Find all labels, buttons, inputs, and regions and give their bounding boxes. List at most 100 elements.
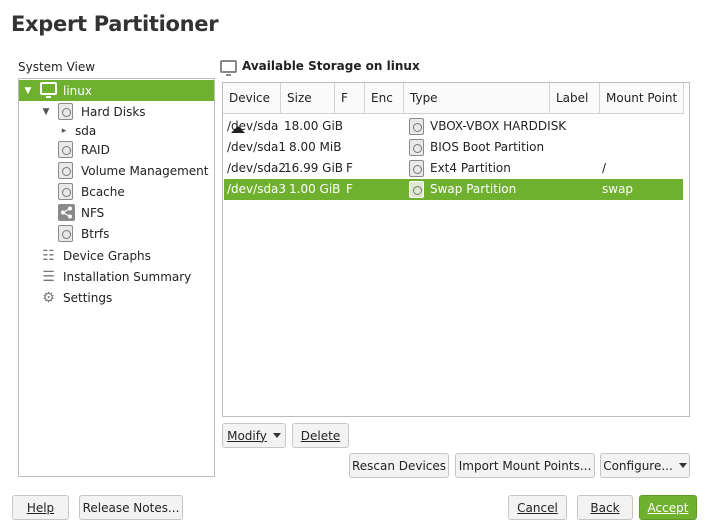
cell-mount: /	[602, 161, 607, 175]
nfs-share-icon	[58, 204, 75, 221]
tree-item-label: sda	[75, 123, 97, 138]
accept-button[interactable]: Accept	[639, 495, 697, 520]
cancel-button[interactable]: Cancel	[508, 495, 567, 520]
configure-label: Configure...	[603, 458, 673, 473]
table-row[interactable]: /dev/sda 18.00 GiB VBOX-VBOX HARDDISK	[224, 116, 683, 137]
cell-f: F	[346, 182, 353, 196]
tree-item-installation-summary[interactable]: ☰ Installation Summary	[19, 266, 214, 287]
help-button[interactable]: Help	[12, 495, 69, 520]
monitor-icon	[220, 59, 237, 76]
release-notes-button[interactable]: Release Notes...	[79, 495, 183, 520]
column-label: Size	[287, 91, 312, 105]
tree-item-btrfs[interactable]: Btrfs	[19, 223, 214, 244]
partition-icon	[409, 139, 424, 156]
tree-item-settings[interactable]: ⚙ Settings	[19, 287, 214, 308]
gear-icon: ⚙	[42, 289, 55, 306]
column-header-size[interactable]: Size	[281, 83, 335, 114]
column-label: Device	[229, 91, 271, 105]
expand-arrow-icon[interactable]: ▼	[22, 86, 34, 96]
tree-item-label: RAID	[81, 142, 110, 157]
modify-button[interactable]: Modify	[222, 423, 286, 448]
partition-icon	[409, 160, 424, 177]
column-label: F	[341, 91, 348, 105]
tree-item-label: Volume Management	[81, 163, 209, 178]
table-header: Device Size F Enc Type Label Mount Point	[223, 83, 684, 133]
collapse-arrow-icon[interactable]: ▸	[58, 126, 70, 136]
cell-device: /dev/sda	[227, 119, 279, 133]
cancel-label: Cancel	[517, 500, 558, 515]
cell-size: 18.00 GiB	[284, 119, 344, 133]
column-header-enc[interactable]: Enc	[365, 83, 404, 114]
tree-item-label: Hard Disks	[81, 104, 146, 119]
tree-item-label: NFS	[81, 205, 105, 220]
tree-item-label: Bcache	[81, 184, 125, 199]
tree-item-linux[interactable]: ▼ linux	[19, 80, 214, 101]
btrfs-icon	[58, 225, 75, 242]
tree-item-sda[interactable]: ▸ sda	[19, 120, 214, 141]
column-label: Type	[410, 91, 438, 105]
expand-arrow-icon[interactable]: ▼	[40, 107, 52, 117]
modify-label: Modify	[227, 428, 267, 443]
tree-item-bcache[interactable]: Bcache	[19, 181, 214, 202]
cell-mount: swap	[602, 182, 634, 196]
table-row-selected[interactable]: /dev/sda3 1.00 GiB F Swap Partition swap	[224, 179, 683, 200]
delete-button[interactable]: Delete	[292, 423, 349, 448]
tree-item-volume-management[interactable]: Volume Management	[19, 160, 214, 181]
partition-icon	[409, 181, 424, 198]
import-mount-points-button[interactable]: Import Mount Points...	[455, 453, 595, 478]
cell-type-label: Swap Partition	[430, 182, 517, 196]
bcache-icon	[58, 183, 75, 200]
tree-item-label: linux	[63, 83, 92, 98]
raid-icon	[58, 141, 75, 158]
cell-size: 16.99 GiB	[284, 161, 344, 175]
tree-item-label: Installation Summary	[63, 269, 192, 284]
tree-item-raid[interactable]: RAID	[19, 139, 214, 160]
cell-size: 1.00 GiB	[289, 182, 341, 196]
system-view-tree[interactable]: ▼ linux ▼ Hard Disks ▸ sda RAID Volume M…	[18, 78, 215, 477]
import-mount-label: Import Mount Points...	[458, 458, 592, 473]
tree-item-nfs[interactable]: NFS	[19, 202, 214, 223]
monitor-icon	[40, 82, 57, 99]
tree-item-label: Btrfs	[81, 226, 110, 241]
rescan-devices-button[interactable]: Rescan Devices	[349, 453, 449, 478]
cell-type: Swap Partition	[409, 179, 516, 200]
storage-table[interactable]: Device Size F Enc Type Label Mount Point…	[222, 82, 690, 417]
hard-disk-icon	[58, 103, 75, 120]
cell-type-label: VBOX-VBOX HARDDISK	[430, 119, 567, 133]
back-label: Back	[590, 500, 620, 515]
delete-label: Delete	[300, 428, 341, 443]
storage-header: Available Storage on linux	[220, 59, 420, 76]
cell-device: /dev/sda1	[227, 140, 287, 154]
column-header-label[interactable]: Label	[550, 83, 600, 114]
column-label: Mount Point	[606, 91, 678, 105]
cell-f: F	[346, 161, 353, 175]
cell-device: /dev/sda3	[227, 182, 287, 196]
tree-item-label: Device Graphs	[63, 248, 151, 263]
column-header-mount-point[interactable]: Mount Point	[600, 83, 684, 114]
table-row[interactable]: /dev/sda1 8.00 MiB BIOS Boot Partition	[224, 137, 683, 158]
cell-size: 8.00 MiB	[289, 140, 342, 154]
rescan-label: Rescan Devices	[351, 458, 447, 473]
device-graph-icon: ☷	[42, 247, 55, 264]
chevron-down-icon	[272, 433, 281, 438]
cell-type-label: BIOS Boot Partition	[430, 140, 545, 154]
help-label: Help	[26, 500, 55, 515]
column-header-device[interactable]: Device	[223, 83, 281, 133]
release-notes-label: Release Notes...	[82, 500, 180, 515]
configure-button[interactable]: Configure...	[600, 453, 690, 478]
volume-icon	[58, 162, 75, 179]
column-label: Enc	[371, 91, 393, 105]
window-title: Expert Partitioner	[11, 12, 219, 36]
tree-item-hard-disks[interactable]: ▼ Hard Disks	[19, 101, 214, 122]
accept-label: Accept	[647, 500, 689, 515]
column-header-type[interactable]: Type	[404, 83, 550, 114]
tree-item-device-graphs[interactable]: ☷ Device Graphs	[19, 245, 214, 266]
list-icon: ☰	[42, 268, 55, 285]
cell-type: BIOS Boot Partition	[409, 137, 544, 158]
cell-type: VBOX-VBOX HARDDISK	[409, 116, 566, 137]
back-button[interactable]: Back	[577, 495, 633, 520]
table-row[interactable]: /dev/sda2 16.99 GiB F Ext4 Partition /	[224, 158, 683, 179]
tree-item-label: Settings	[63, 290, 113, 305]
cell-type: Ext4 Partition	[409, 158, 511, 179]
column-header-f[interactable]: F	[335, 83, 365, 114]
